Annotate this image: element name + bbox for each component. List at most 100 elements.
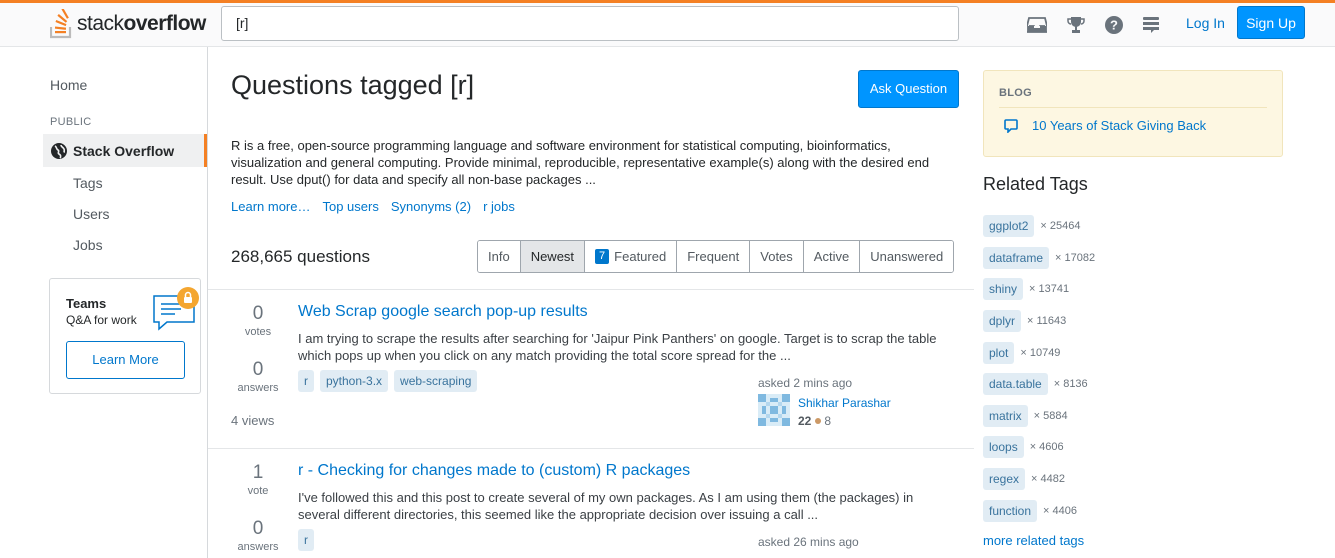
tag-r[interactable]: r <box>298 370 314 392</box>
r-jobs-link[interactable]: r jobs <box>483 199 515 214</box>
ask-question-button[interactable]: Ask Question <box>858 70 959 108</box>
question-excerpt: I've followed this and this post to crea… <box>298 490 914 522</box>
sort-tabs: Info Newest 7 Featured Frequent Votes Act… <box>477 240 955 273</box>
top-bar: stackoverflow [r] ? Log In Sign Up <box>0 0 1335 47</box>
asked-time: asked 26 mins ago <box>758 535 859 549</box>
nav-home[interactable]: Home <box>50 77 87 93</box>
tag-loops[interactable]: loops <box>983 436 1024 458</box>
blog-item-label: 10 Years of Stack Giving Back <box>1032 118 1207 133</box>
tag-count: × 10749 <box>1020 347 1061 359</box>
tag-web-scraping[interactable]: web-scraping <box>394 370 478 392</box>
teams-title: Teams <box>66 296 107 311</box>
question-title[interactable]: r - Checking for changes made to (custom… <box>298 462 690 480</box>
tab-unanswered[interactable]: Unanswered <box>859 241 954 272</box>
more-related-tags-link[interactable]: more related tags <box>983 533 1084 548</box>
signup-button[interactable]: Sign Up <box>1237 6 1305 39</box>
teams-chat-lock-icon <box>153 287 199 331</box>
related-tag: plot × 10749 <box>983 342 1060 364</box>
blog-heading: BLOG <box>999 87 1032 99</box>
asked-time: asked 2 mins ago <box>758 376 853 390</box>
tag-r[interactable]: r <box>298 529 314 551</box>
related-tags-title: Related Tags <box>983 174 1088 194</box>
nav-jobs[interactable]: Jobs <box>73 237 103 253</box>
search-input[interactable]: [r] <box>221 6 959 41</box>
blog-widget: BLOG 10 Years of Stack Giving Back <box>983 70 1283 157</box>
tag-count: × 13741 <box>1029 283 1070 295</box>
teams-learn-more-button[interactable]: Learn More <box>66 341 185 379</box>
tab-info[interactable]: Info <box>478 241 520 272</box>
related-tag: dataframe × 17082 <box>983 247 1095 269</box>
teams-subtitle: Q&A for work <box>66 313 137 327</box>
tag-links: Learn more… Top users Synonyms (2) r job… <box>231 199 515 214</box>
question-count: 268,665 questions <box>231 247 370 266</box>
tag-count: × 5884 <box>1033 410 1068 422</box>
related-tag: regex × 4482 <box>983 468 1065 490</box>
divider <box>999 107 1267 108</box>
related-tag: data.table × 8136 <box>983 373 1088 395</box>
nav-tags[interactable]: Tags <box>73 175 103 191</box>
login-link[interactable]: Log In <box>1176 6 1235 41</box>
user-name[interactable]: Shikhar Parashar <box>798 396 891 410</box>
tag-matrix[interactable]: matrix <box>983 405 1028 427</box>
question-tags: r python-3.x web-scraping <box>298 370 478 392</box>
nav-section-public: PUBLIC <box>50 116 92 128</box>
site-switcher-icon[interactable] <box>1140 14 1162 36</box>
help-icon[interactable]: ? <box>1103 14 1125 36</box>
tag-count: × 4606 <box>1029 441 1064 453</box>
tag-description: R is a free, open-source programming lan… <box>231 138 930 187</box>
tag-ggplot2[interactable]: ggplot2 <box>983 215 1035 237</box>
tab-votes[interactable]: Votes <box>749 241 803 272</box>
tag-dataframe[interactable]: dataframe <box>983 247 1050 269</box>
answer-count: 0 answers <box>237 518 279 553</box>
stackoverflow-logo[interactable]: stackoverflow <box>50 7 206 41</box>
question-excerpt: I am trying to scrape the results after … <box>298 331 937 363</box>
tag-python-3x[interactable]: python-3.x <box>320 370 389 392</box>
tab-featured[interactable]: 7 Featured <box>584 241 677 272</box>
related-tag: ggplot2 × 25464 <box>983 215 1080 237</box>
vote-count: 1 vote <box>247 462 269 497</box>
blog-item-link[interactable]: 10 Years of Stack Giving Back <box>1004 118 1206 133</box>
teams-promo: Teams Q&A for work Learn More <box>49 278 201 394</box>
question-title[interactable]: Web Scrap google search pop-up results <box>298 303 588 321</box>
tag-dplyr[interactable]: dplyr <box>983 310 1022 332</box>
tag-count: × 4482 <box>1031 473 1065 485</box>
speech-bubble-icon <box>1004 118 1018 133</box>
question-summary: 0 votes 0 answers 4 views Web Scrap goog… <box>208 290 974 448</box>
trophy-icon[interactable] <box>1065 14 1087 36</box>
nav-stack-overflow-label: Stack Overflow <box>73 142 175 159</box>
learn-more-link[interactable]: Learn more… <box>231 199 310 214</box>
related-tag: loops × 4606 <box>983 436 1064 458</box>
tag-count: × 8136 <box>1053 378 1088 390</box>
related-tag: dplyr × 11643 <box>983 310 1066 332</box>
tab-newest[interactable]: Newest <box>519 241 585 272</box>
user-reputation: 22 8 <box>798 414 832 428</box>
vote-count: 0 votes <box>244 303 272 338</box>
related-tag: matrix × 5884 <box>983 405 1068 427</box>
answer-count: 0 answers <box>237 359 279 394</box>
featured-count-badge: 7 <box>595 249 610 264</box>
tag-function[interactable]: function <box>983 500 1038 522</box>
svg-text:?: ? <box>1110 18 1118 33</box>
tag-plot[interactable]: plot <box>983 342 1015 364</box>
related-tag: shiny × 13741 <box>983 278 1069 300</box>
tag-shiny[interactable]: shiny <box>983 278 1024 300</box>
nav-stack-overflow[interactable]: Stack Overflow <box>43 134 207 167</box>
tab-frequent[interactable]: Frequent <box>676 241 750 272</box>
tab-active[interactable]: Active <box>802 241 860 272</box>
tag-regex[interactable]: regex <box>983 468 1026 490</box>
top-users-link[interactable]: Top users <box>322 199 378 214</box>
bronze-badge-icon <box>815 418 822 424</box>
page-title: Questions tagged [r] <box>231 70 475 100</box>
nav-users[interactable]: Users <box>73 206 110 222</box>
user-avatar[interactable] <box>758 394 790 426</box>
tag-count: × 11643 <box>1027 315 1067 327</box>
tag-data-table[interactable]: data.table <box>983 373 1048 395</box>
question-tags: r <box>298 529 314 551</box>
tag-count: × 4406 <box>1043 505 1077 517</box>
stackoverflow-logo-icon <box>50 9 72 39</box>
synonyms-link[interactable]: Synonyms (2) <box>391 199 471 214</box>
inbox-icon[interactable] <box>1026 14 1048 36</box>
tag-count: × 17082 <box>1055 252 1096 264</box>
left-sidebar: Home PUBLIC Stack Overflow Tags Users Jo… <box>0 47 208 558</box>
view-count: 4 views <box>231 413 275 428</box>
